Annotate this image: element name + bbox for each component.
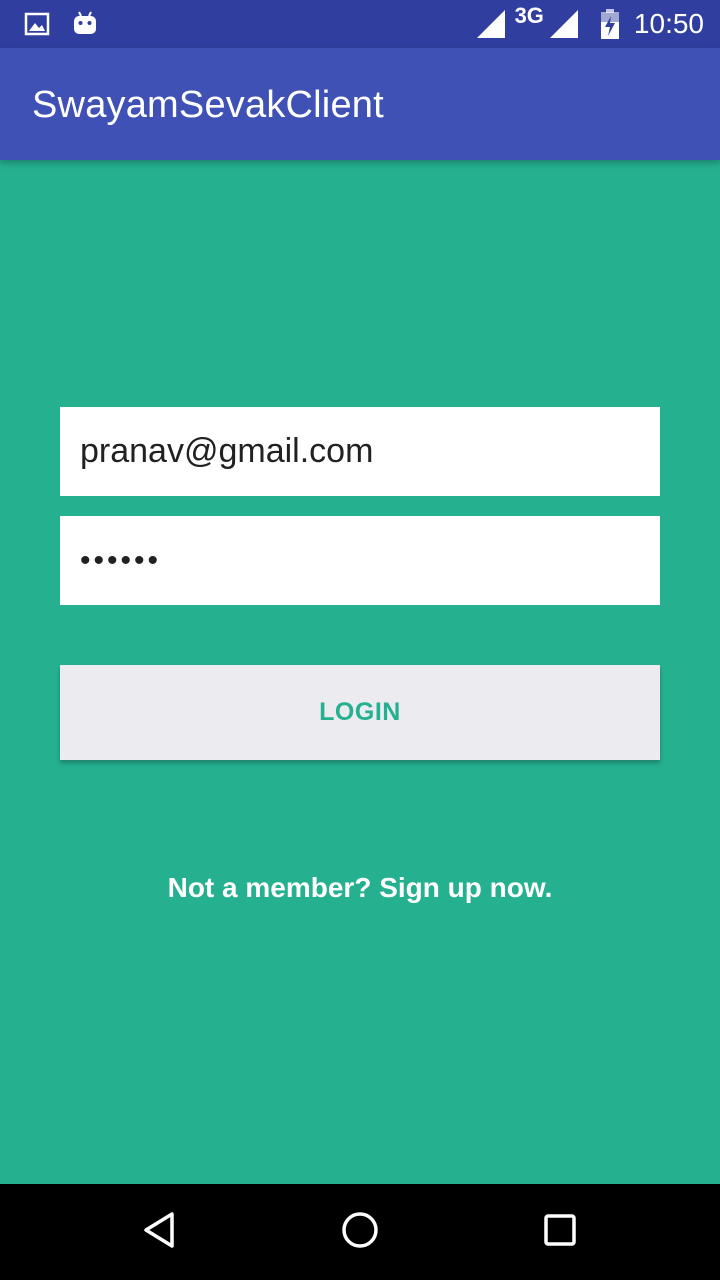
navigation-bar (0, 1184, 720, 1280)
recents-icon (540, 1210, 580, 1255)
network-type-label: 3G (514, 3, 544, 28)
password-field[interactable]: •••••• (60, 516, 660, 605)
status-clock: 10:50 (633, 8, 704, 39)
login-button[interactable]: LOGIN (60, 665, 660, 760)
image-icon (24, 11, 50, 37)
battery-charging-icon (600, 8, 620, 40)
signup-link[interactable]: Not a member? Sign up now. (0, 872, 720, 904)
back-button[interactable] (100, 1184, 220, 1280)
signal-icon (475, 8, 507, 40)
app-title: SwayamSevakClient (32, 84, 384, 126)
home-button[interactable] (300, 1184, 420, 1280)
email-field[interactable]: pranav@gmail.com (60, 407, 660, 496)
android-icon (72, 10, 98, 38)
signal-icon (548, 8, 580, 40)
login-screen: 3G 10:50 SwayamSevakClient pranav@gmail.… (0, 0, 720, 1280)
recents-button[interactable] (500, 1184, 620, 1280)
back-icon (140, 1210, 180, 1255)
app-bar: SwayamSevakClient (0, 48, 720, 160)
status-system-icons: 3G 10:50 (475, 0, 704, 48)
home-icon (340, 1210, 380, 1255)
status-notifications (24, 10, 98, 38)
status-bar: 3G 10:50 (0, 0, 720, 48)
